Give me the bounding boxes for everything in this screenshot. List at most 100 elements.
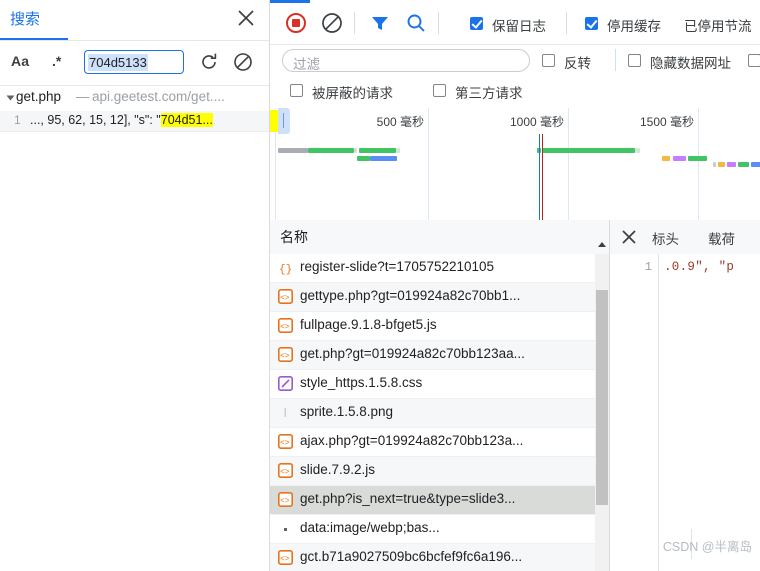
search-result-snippet: ..., 95, 62, 15, 12], "s": "704d51... [30, 113, 213, 127]
search-result-group[interactable]: get.php — api.geetest.com/get.... [0, 86, 269, 111]
table-row[interactable]: <> fullpage.9.1.8-bfget5.js [270, 312, 609, 341]
filter-input[interactable]: 过滤 [282, 49, 530, 72]
svg-text:<>: <> [280, 294, 290, 303]
table-row[interactable]: {} register-slide?t=1705752210105 [270, 254, 609, 283]
detail-panel-header: 标头 载荷 [610, 220, 760, 255]
waterfall-gridline [428, 108, 429, 220]
waterfall-bar [370, 156, 397, 161]
svg-text:<>: <> [280, 555, 290, 564]
network-toolbar: 保留日志 停用缓存 已停用节流 过滤 反转 隐藏数据网址 被屏蔽的请求 第三方请… [270, 0, 760, 109]
stylesheet-file-icon [278, 376, 293, 391]
svg-text:<>: <> [280, 323, 290, 332]
throttling-label[interactable]: 已停用节流 [684, 15, 752, 35]
table-row[interactable]: <> ajax.php?gt=019924a82c70bb123a... [270, 428, 609, 457]
waterfall-bar [359, 148, 396, 153]
disable-cache-checkbox[interactable] [585, 17, 598, 30]
filter-funnel-icon[interactable] [368, 11, 392, 38]
table-row[interactable]: sprite.1.5.8.png [270, 399, 609, 428]
search-result-dash: — [76, 89, 90, 104]
clear-icon[interactable] [320, 11, 344, 38]
toolbar-divider [615, 49, 616, 71]
clear-icon[interactable] [232, 51, 254, 73]
search-icon[interactable] [404, 11, 428, 38]
search-result-line-number: 1 [14, 113, 21, 127]
waterfall-bar [713, 162, 716, 167]
code-line-content: .0.9", "p [664, 260, 735, 274]
snippet-prefix: ..., 95, 62, 15, 12], "s": " [30, 113, 161, 127]
snippet-match: 704d51... [160, 113, 213, 127]
table-row[interactable]: <> slide.7.9.2.js [270, 457, 609, 486]
table-row[interactable]: <> get.php?gt=019924a82c70bb123aa... [270, 341, 609, 370]
tab-headers[interactable]: 标头 [652, 228, 679, 248]
table-row[interactable]: <> gct.b71a9027509bc6bcfef9fc6a196... [270, 544, 609, 571]
request-name: fullpage.9.1.8-bfget5.js [300, 317, 437, 332]
disable-cache-label[interactable]: 停用缓存 [607, 15, 661, 35]
code-line-number: 1 [644, 260, 652, 274]
request-list-scrollbar[interactable] [595, 254, 609, 571]
waterfall-bar [727, 162, 736, 167]
toolbar-divider [566, 12, 567, 34]
tab-search-indicator [0, 38, 68, 40]
match-case-button[interactable]: Aa [11, 53, 29, 69]
table-row[interactable]: <> gettype.php?gt=019924a82c70bb1... [270, 283, 609, 312]
refresh-icon[interactable] [198, 51, 220, 73]
invert-label[interactable]: 反转 [564, 52, 591, 72]
table-row[interactable]: data:image/webp;bas... [270, 515, 609, 544]
image-file-icon [278, 405, 293, 420]
search-input[interactable]: 704d5133 [84, 50, 184, 74]
request-list-panel: 名称 {} register-slide?t=1705752210105 <> … [270, 220, 610, 571]
request-name: gct.b71a9027509bc6bcfef9fc6a196... [300, 549, 523, 564]
blocked-requests-label[interactable]: 被屏蔽的请求 [312, 82, 393, 102]
invert-checkbox[interactable] [542, 54, 555, 67]
waterfall-bar [738, 162, 749, 167]
search-result-line[interactable]: 1 ..., 95, 62, 15, 12], "s": "704d51... [0, 111, 269, 132]
scroll-up-arrow-icon[interactable] [595, 238, 609, 252]
search-panel-header: 搜索 [0, 0, 269, 41]
column-header-name[interactable]: 名称 [280, 227, 308, 247]
third-party-requests-checkbox[interactable] [433, 84, 446, 97]
svg-text:{}: {} [279, 264, 292, 275]
third-party-requests-label[interactable]: 第三方请求 [455, 82, 523, 102]
toolbar-divider [438, 12, 439, 34]
devtools-window: 搜索 Aa .* 704d5133 get.php — api.geetest.… [0, 0, 760, 571]
waterfall-highlight-scroll[interactable] [278, 108, 290, 134]
toolbar-divider [354, 12, 355, 34]
record-stop-icon[interactable] [284, 11, 308, 38]
table-row[interactable]: style_https.1.5.8.css [270, 370, 609, 399]
hide-data-urls-checkbox[interactable] [628, 54, 641, 67]
script-file-icon: <> [278, 347, 293, 362]
code-gutter: 1 [610, 254, 659, 571]
waterfall-bar [635, 148, 640, 153]
script-file-icon: <> [278, 434, 293, 449]
chevron-down-icon[interactable] [6, 95, 15, 101]
request-list-header: 名称 [270, 220, 609, 255]
tab-search[interactable]: 搜索 [10, 8, 40, 29]
network-waterfall-overview[interactable]: 500 毫秒 1000 毫秒 1500 毫秒 [270, 108, 760, 221]
request-name: get.php?is_next=true&type=slide3... [300, 491, 516, 506]
scrollbar-thumb[interactable] [596, 290, 608, 505]
script-file-icon: <> [278, 318, 293, 333]
waterfall-bar [542, 148, 635, 153]
hide-data-urls-label[interactable]: 隐藏数据网址 [650, 52, 731, 72]
regex-button[interactable]: .* [52, 53, 61, 69]
network-toolbar-row-types: 被屏蔽的请求 第三方请求 [270, 78, 760, 109]
close-icon[interactable] [620, 228, 638, 246]
network-toolbar-row-filter: 过滤 反转 隐藏数据网址 [270, 44, 760, 78]
tab-payload[interactable]: 载荷 [708, 228, 735, 248]
svg-text:<>: <> [280, 468, 290, 477]
detail-code-view[interactable]: 1 .0.9", "p [610, 254, 760, 571]
blocked-requests-checkbox[interactable] [290, 84, 303, 97]
preserve-log-checkbox[interactable] [470, 17, 483, 30]
waterfall-bar [308, 148, 354, 153]
preserve-log-label[interactable]: 保留日志 [492, 15, 546, 35]
network-toolbar-row-primary: 保留日志 停用缓存 已停用节流 [270, 3, 760, 45]
waterfall-tick-1500: 1500 毫秒 [639, 115, 694, 129]
waterfall-gridline [568, 108, 569, 220]
table-row-selected[interactable]: <> get.php?is_next=true&type=slide3... [270, 486, 609, 515]
close-icon[interactable] [235, 7, 257, 29]
search-panel: 搜索 Aa .* 704d5133 get.php — api.geetest.… [0, 0, 270, 571]
waterfall-bar [662, 156, 670, 161]
more-filters-checkbox[interactable] [748, 54, 760, 67]
generic-file-icon [278, 521, 293, 536]
request-rows: {} register-slide?t=1705752210105 <> get… [270, 254, 609, 571]
